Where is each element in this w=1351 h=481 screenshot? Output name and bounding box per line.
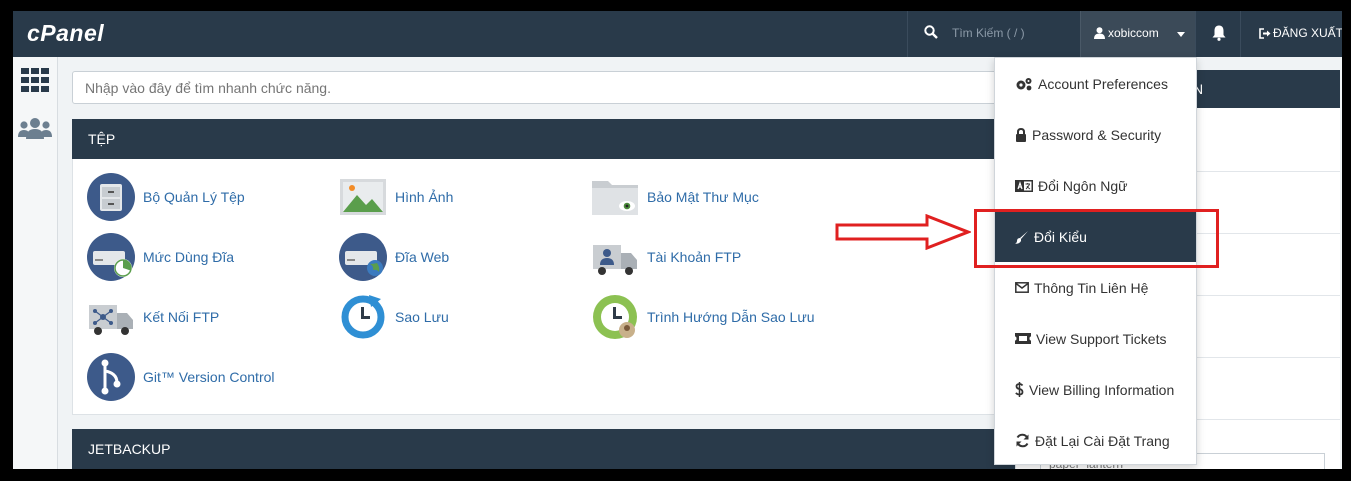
users-icon[interactable]	[18, 117, 52, 139]
menu-item-label: Password & Security	[1032, 126, 1162, 143]
user-icon	[1094, 27, 1105, 39]
disk-usage-icon	[87, 233, 135, 281]
images-item[interactable]: Hình Ảnh	[339, 172, 453, 222]
ftp-connections-icon	[89, 305, 133, 335]
logout-button[interactable]: ĐĂNG XUẤT	[1259, 26, 1342, 40]
item-label: Đĩa Web	[395, 249, 450, 265]
file-manager-item[interactable]: Bộ Quản Lý Tệp	[87, 172, 245, 222]
user-menu-toggle[interactable]: xobiccom	[1080, 11, 1195, 57]
left-rail	[13, 57, 58, 469]
cpanel-logo[interactable]: cPanel	[27, 20, 104, 47]
logout-icon	[1259, 28, 1271, 39]
jetbackup-section-title: JETBACKUP	[88, 441, 171, 457]
item-label: Bộ Quản Lý Tệp	[143, 189, 245, 205]
username: xobiccom	[1108, 26, 1159, 40]
ftp-connections-item[interactable]: Kết Nối FTP	[87, 292, 219, 342]
menu-item-label: Đổi Ngôn Ngữ	[1038, 177, 1128, 194]
backup-item[interactable]: Sao Lưu	[339, 292, 449, 342]
grid-icon[interactable]	[21, 68, 49, 92]
menu-item-billing-information[interactable]: View Billing Information	[995, 364, 1196, 415]
git-icon	[87, 353, 135, 401]
directory-privacy-item[interactable]: Bảo Mật Thư Mục	[591, 172, 759, 222]
files-section-body: Bộ Quản Lý Tệp Hình Ảnh Bảo Mật Thư Mục …	[72, 159, 1032, 415]
menu-item-contact-information[interactable]: Thông Tin Liên Hệ	[995, 262, 1196, 313]
lock-icon	[1016, 127, 1026, 142]
directory-privacy-icon	[592, 181, 638, 215]
menu-item-support-tickets[interactable]: View Support Tickets	[995, 313, 1196, 364]
menu-item-reset-page-settings[interactable]: Đặt Lại Cài Đặt Trang	[995, 415, 1196, 466]
images-icon	[340, 179, 386, 215]
item-label: Bảo Mật Thư Mục	[647, 189, 759, 205]
backup-wizard-item[interactable]: Trình Hướng Dẫn Sao Lưu	[591, 292, 815, 342]
top-search-placeholder: Tìm Kiếm ( / )	[952, 26, 1025, 40]
jetbackup-section-header[interactable]: JETBACKUP	[72, 429, 1032, 469]
quick-search-input[interactable]	[72, 71, 1032, 104]
file-manager-icon	[87, 173, 135, 221]
files-section-title: TỆP	[88, 131, 116, 147]
envelope-icon	[1015, 282, 1029, 293]
item-label: Trình Hướng Dẫn Sao Lưu	[647, 309, 815, 325]
menu-item-account-preferences[interactable]: Account Preferences	[995, 58, 1196, 109]
red-arrow-annotation	[835, 214, 971, 250]
backup-icon	[341, 295, 385, 339]
gears-icon	[1016, 77, 1032, 90]
menu-item-label: View Support Tickets	[1036, 330, 1167, 347]
menu-item-label: Thông Tin Liên Hệ	[1034, 279, 1149, 296]
menu-item-label: Account Preferences	[1038, 75, 1168, 92]
ftp-accounts-item[interactable]: Tài Khoản FTP	[591, 232, 741, 282]
language-icon	[1015, 179, 1033, 192]
item-label: Git™ Version Control	[143, 369, 275, 385]
ticket-icon	[1015, 333, 1031, 344]
disk-usage-item[interactable]: Mức Dùng Đĩa	[87, 232, 234, 282]
red-highlight-box	[974, 209, 1219, 268]
files-section-header[interactable]: TỆP	[72, 119, 1032, 159]
item-label: Sao Lưu	[395, 309, 449, 325]
menu-item-label: View Billing Information	[1029, 381, 1175, 398]
notifications-button[interactable]	[1195, 11, 1241, 57]
menu-item-change-language[interactable]: Đổi Ngôn Ngữ	[995, 160, 1196, 211]
top-search[interactable]: Tìm Kiếm ( / )	[907, 11, 1080, 57]
web-disk-item[interactable]: Đĩa Web	[339, 232, 449, 282]
backup-wizard-icon	[593, 295, 637, 339]
web-disk-icon	[339, 233, 387, 281]
search-icon	[924, 25, 938, 39]
menu-item-label: Đặt Lại Cài Đặt Trang	[1035, 432, 1170, 449]
dollar-icon	[1015, 382, 1024, 397]
git-version-control-item[interactable]: Git™ Version Control	[87, 352, 275, 402]
refresh-icon	[1016, 433, 1029, 448]
cpanel-window: cPanel Tìm Kiếm ( / ) xobiccom ĐĂNG XUẤT	[13, 11, 1342, 469]
item-label: Mức Dùng Đĩa	[143, 249, 235, 265]
ftp-accounts-icon	[593, 245, 637, 275]
top-bar: cPanel Tìm Kiếm ( / ) xobiccom ĐĂNG XUẤT	[13, 11, 1342, 57]
menu-item-password-security[interactable]: Password & Security	[995, 109, 1196, 160]
bell-icon	[1212, 25, 1226, 41]
logout-label: ĐĂNG XUẤT	[1273, 26, 1342, 40]
chevron-down-icon	[1177, 32, 1185, 37]
item-label: Hình Ảnh	[395, 189, 454, 205]
item-label: Tài Khoản FTP	[647, 249, 742, 265]
item-label: Kết Nối FTP	[143, 309, 220, 325]
